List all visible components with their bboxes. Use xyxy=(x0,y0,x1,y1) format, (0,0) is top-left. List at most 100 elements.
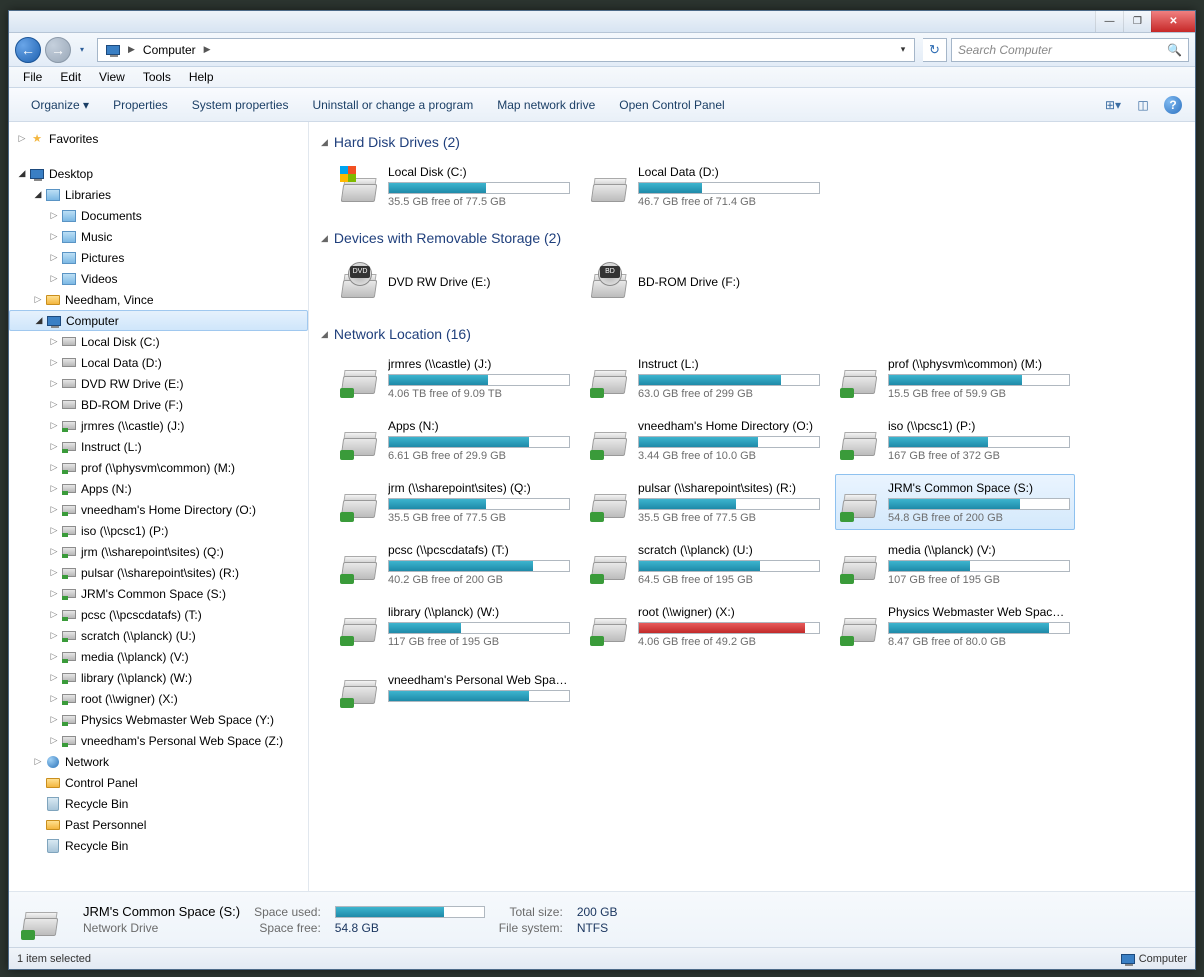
expander-icon[interactable]: ▷ xyxy=(47,336,61,347)
expander-icon[interactable]: ▷ xyxy=(47,630,61,641)
expander-icon[interactable]: ▷ xyxy=(47,210,61,221)
tree-drive-10[interactable]: ▷jrm (\\sharepoint\sites) (Q:) xyxy=(9,541,308,562)
tree-drive-18[interactable]: ▷Physics Webmaster Web Space (Y:) xyxy=(9,709,308,730)
network-drive-tile[interactable]: JRM's Common Space (S:)54.8 GB free of 2… xyxy=(835,474,1075,530)
tree-lib-music[interactable]: ▷Music xyxy=(9,226,308,247)
refresh-button[interactable]: ↻ xyxy=(923,38,947,62)
expander-icon[interactable]: ▷ xyxy=(47,735,61,746)
tree-recycle-2[interactable]: Recycle Bin xyxy=(9,835,308,856)
menu-edit[interactable]: Edit xyxy=(52,68,89,86)
network-drive-tile[interactable]: scratch (\\planck) (U:)64.5 GB free of 1… xyxy=(585,536,825,592)
group-network[interactable]: ◢Network Location (16) xyxy=(321,320,1183,350)
group-hdd[interactable]: ◢Hard Disk Drives (2) xyxy=(321,128,1183,158)
tree-lib-pictures[interactable]: ▷Pictures xyxy=(9,247,308,268)
back-button[interactable]: ← xyxy=(15,37,41,63)
tree-control-panel[interactable]: Control Panel xyxy=(9,772,308,793)
toolbar-properties[interactable]: Properties xyxy=(101,94,180,116)
expander-icon[interactable]: ▷ xyxy=(47,483,61,494)
tree-drive-2[interactable]: ▷DVD RW Drive (E:) xyxy=(9,373,308,394)
expander-icon[interactable]: ▷ xyxy=(47,441,61,452)
network-drive-tile[interactable]: pcsc (\\pcscdatafs) (T:)40.2 GB free of … xyxy=(335,536,575,592)
chevron-right-icon[interactable]: ▶ xyxy=(126,44,137,55)
drive-tile[interactable]: Local Data (D:)46.7 GB free of 71.4 GB xyxy=(585,158,825,214)
network-drive-tile[interactable]: media (\\planck) (V:)107 GB free of 195 … xyxy=(835,536,1075,592)
search-icon[interactable]: 🔍 xyxy=(1167,43,1182,57)
tree-drive-15[interactable]: ▷media (\\planck) (V:) xyxy=(9,646,308,667)
tree-past-personnel[interactable]: Past Personnel xyxy=(9,814,308,835)
menu-file[interactable]: File xyxy=(15,68,50,86)
tree-libraries[interactable]: ◢Libraries xyxy=(9,184,308,205)
tree-recycle-1[interactable]: Recycle Bin xyxy=(9,793,308,814)
chevron-right-icon[interactable]: ▶ xyxy=(202,44,213,55)
tree-drive-16[interactable]: ▷library (\\planck) (W:) xyxy=(9,667,308,688)
network-drive-tile[interactable]: jrmres (\\castle) (J:)4.06 TB free of 9.… xyxy=(335,350,575,406)
drive-tile[interactable]: Local Disk (C:)35.5 GB free of 77.5 GB xyxy=(335,158,575,214)
menu-tools[interactable]: Tools xyxy=(135,68,179,86)
network-drive-tile[interactable]: vneedham's Personal Web Space (Z:) xyxy=(335,660,575,716)
tree-desktop[interactable]: ◢Desktop xyxy=(9,163,308,184)
tree-drive-12[interactable]: ▷JRM's Common Space (S:) xyxy=(9,583,308,604)
preview-pane-button[interactable]: ◫ xyxy=(1131,93,1155,117)
expander-icon[interactable]: ▷ xyxy=(47,672,61,683)
toolbar-uninstall-or-change-a-program[interactable]: Uninstall or change a program xyxy=(300,94,485,116)
history-dropdown[interactable]: ▾ xyxy=(75,40,89,60)
tree-drive-14[interactable]: ▷scratch (\\planck) (U:) xyxy=(9,625,308,646)
expander-icon[interactable]: ▷ xyxy=(47,651,61,662)
tree-drive-4[interactable]: ▷jrmres (\\castle) (J:) xyxy=(9,415,308,436)
expander-icon[interactable]: ▷ xyxy=(47,567,61,578)
network-drive-tile[interactable]: Physics Webmaster Web Space (Y:)8.47 GB … xyxy=(835,598,1075,654)
tree-drive-11[interactable]: ▷pulsar (\\sharepoint\sites) (R:) xyxy=(9,562,308,583)
expander-icon[interactable]: ▷ xyxy=(47,693,61,704)
group-removable[interactable]: ◢Devices with Removable Storage (2) xyxy=(321,224,1183,254)
content-pane[interactable]: ◢Hard Disk Drives (2)Local Disk (C:)35.5… xyxy=(309,122,1195,891)
tree-network[interactable]: ▷Network xyxy=(9,751,308,772)
network-drive-tile[interactable]: jrm (\\sharepoint\sites) (Q:)35.5 GB fre… xyxy=(335,474,575,530)
tree-drive-19[interactable]: ▷vneedham's Personal Web Space (Z:) xyxy=(9,730,308,751)
view-options-button[interactable]: ⊞▾ xyxy=(1101,93,1125,117)
network-drive-tile[interactable]: library (\\planck) (W:)117 GB free of 19… xyxy=(335,598,575,654)
tree-drive-13[interactable]: ▷pcsc (\\pcscdatafs) (T:) xyxy=(9,604,308,625)
optical-drive-tile[interactable]: DVDDVD RW Drive (E:) xyxy=(335,254,575,310)
tree-computer[interactable]: ◢Computer xyxy=(9,310,308,331)
expander-icon[interactable]: ▷ xyxy=(47,525,61,536)
tree-drive-17[interactable]: ▷root (\\wigner) (X:) xyxy=(9,688,308,709)
expander-icon[interactable]: ▷ xyxy=(47,357,61,368)
address-bar[interactable]: ▶ Computer ▶ ▾ xyxy=(97,38,915,62)
toolbar-map-network-drive[interactable]: Map network drive xyxy=(485,94,607,116)
tree-drive-5[interactable]: ▷Instruct (L:) xyxy=(9,436,308,457)
network-drive-tile[interactable]: pulsar (\\sharepoint\sites) (R:)35.5 GB … xyxy=(585,474,825,530)
tree-lib-documents[interactable]: ▷Documents xyxy=(9,205,308,226)
network-drive-tile[interactable]: iso (\\pcsc1) (P:)167 GB free of 372 GB xyxy=(835,412,1075,468)
expander-icon[interactable]: ▷ xyxy=(47,273,61,284)
expander-icon[interactable]: ▷ xyxy=(47,420,61,431)
expander-icon[interactable]: ▷ xyxy=(47,231,61,242)
forward-button[interactable]: → xyxy=(45,37,71,63)
tree-drive-6[interactable]: ▷prof (\\physvm\common) (M:) xyxy=(9,457,308,478)
network-drive-tile[interactable]: prof (\\physvm\common) (M:)15.5 GB free … xyxy=(835,350,1075,406)
expander-icon[interactable]: ▷ xyxy=(47,609,61,620)
expander-icon[interactable]: ▷ xyxy=(15,133,29,144)
expander-icon[interactable]: ◢ xyxy=(15,168,29,179)
help-button[interactable]: ? xyxy=(1161,93,1185,117)
tree-drive-7[interactable]: ▷Apps (N:) xyxy=(9,478,308,499)
toolbar-open-control-panel[interactable]: Open Control Panel xyxy=(607,94,736,116)
tree-lib-videos[interactable]: ▷Videos xyxy=(9,268,308,289)
expander-icon[interactable]: ▷ xyxy=(47,588,61,599)
breadcrumb-computer[interactable]: Computer xyxy=(137,39,202,61)
expander-icon[interactable]: ▷ xyxy=(47,252,61,263)
minimize-button[interactable]: — xyxy=(1095,11,1123,32)
expander-icon[interactable]: ◢ xyxy=(31,189,45,200)
network-drive-tile[interactable]: Instruct (L:)63.0 GB free of 299 GB xyxy=(585,350,825,406)
tree-favorites[interactable]: ▷★Favorites xyxy=(9,128,308,149)
expander-icon[interactable]: ▷ xyxy=(31,294,45,305)
navigation-pane[interactable]: ▷★Favorites◢Desktop◢Libraries▷Documents▷… xyxy=(9,122,309,891)
expander-icon[interactable]: ▷ xyxy=(47,399,61,410)
tree-drive-8[interactable]: ▷vneedham's Home Directory (O:) xyxy=(9,499,308,520)
tree-drive-0[interactable]: ▷Local Disk (C:) xyxy=(9,331,308,352)
network-drive-tile[interactable]: vneedham's Home Directory (O:)3.44 GB fr… xyxy=(585,412,825,468)
toolbar-system-properties[interactable]: System properties xyxy=(180,94,301,116)
search-input[interactable]: Search Computer 🔍 xyxy=(951,38,1189,62)
expander-icon[interactable]: ▷ xyxy=(47,504,61,515)
tree-drive-9[interactable]: ▷iso (\\pcsc1) (P:) xyxy=(9,520,308,541)
menu-view[interactable]: View xyxy=(91,68,133,86)
